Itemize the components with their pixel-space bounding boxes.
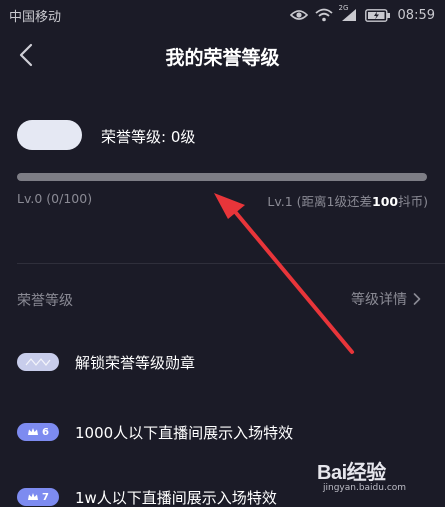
status-bar: 中国移动 2G 08:59 (0, 0, 445, 30)
carrier-label: 中国移动 (9, 10, 62, 25)
chevron-right-icon (413, 293, 421, 305)
privilege-item: 6 1000人以下直播间展示入场特效 (17, 421, 293, 443)
status-icons: 2G 08:59 (289, 4, 435, 25)
eye-icon (289, 9, 308, 21)
level-details-link[interactable]: 等级详情 (351, 289, 421, 309)
battery-icon (364, 8, 391, 22)
clock-label: 08:59 (397, 7, 435, 23)
page-title: 我的荣誉等级 (165, 47, 280, 69)
level-badge-number: 7 (42, 491, 49, 503)
wifi-icon (314, 8, 333, 22)
level-details-label: 等级详情 (351, 292, 407, 308)
privilege-item: 7 1w人以下直播间展示入场特效 (17, 486, 277, 507)
honor-medal-badge (17, 120, 82, 150)
level-badge-icon: 7 (17, 488, 59, 506)
privilege-label: 1000人以下直播间展示入场特效 (75, 423, 294, 442)
section-title: 荣誉等级 (17, 293, 73, 309)
baidu-watermark: Bai经验 jingyan.baidu.com (317, 456, 427, 496)
level-badge-number: 6 (42, 426, 49, 438)
watermark-url: jingyan.baidu.com (323, 483, 407, 493)
honor-level-label: 荣誉等级: 0级 (101, 128, 196, 146)
next-level-prefix: Lv.1 (距离1级还差 (267, 194, 373, 209)
next-level-label: Lv.1 (距离1级还差100抖币) (267, 191, 428, 210)
network-type-label: 2G (338, 4, 349, 12)
medal-badge-icon (17, 353, 59, 371)
privilege-label: 解锁荣誉等级勋章 (75, 353, 196, 372)
watermark-logo-text: Bai经验 (317, 462, 386, 484)
next-level-amount: 100 (372, 194, 399, 209)
signal-icon: 2G (339, 4, 358, 22)
crown-icon (28, 428, 39, 435)
level-progress-bar (17, 173, 427, 181)
crown-icon (28, 493, 39, 500)
next-level-suffix: 抖币) (398, 194, 428, 209)
current-level-label: Lv.0 (0/100) (17, 191, 93, 206)
privilege-label: 1w人以下直播间展示入场特效 (75, 488, 277, 507)
section-divider (17, 263, 445, 264)
level-badge-icon: 6 (17, 423, 59, 441)
privilege-item: 解锁荣誉等级勋章 (17, 351, 195, 373)
